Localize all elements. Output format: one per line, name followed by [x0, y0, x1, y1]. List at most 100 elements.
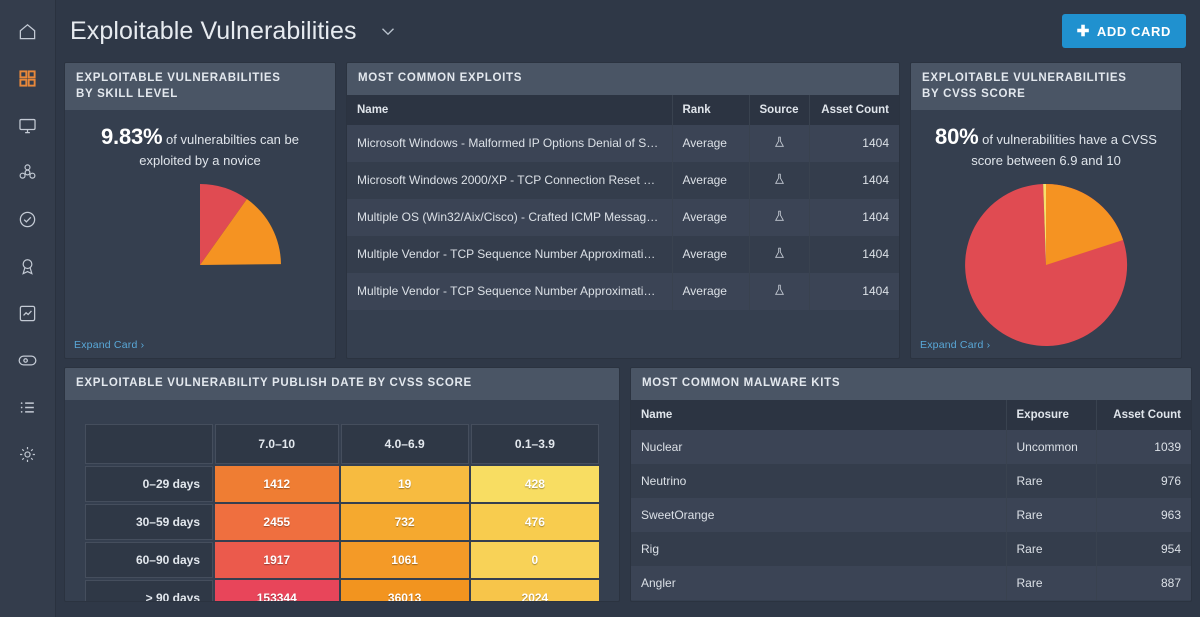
table-row[interactable]: Multiple Vendor - TCP Sequence Number Ap…	[347, 235, 899, 273]
pie-svg-cvss	[965, 184, 1128, 347]
expand-card-link-cvss[interactable]: Expand Card ›	[920, 339, 990, 351]
dashboard-grid-icon	[18, 69, 37, 88]
heatmap-cell-2-2[interactable]: 0	[470, 541, 599, 578]
add-card-button[interactable]: ✚ ADD CARD	[1061, 14, 1186, 48]
malware-name[interactable]: Neutrino	[631, 463, 1007, 498]
exploit-name[interactable]: Multiple OS (Win32/Aix/Cisco) - Crafted …	[347, 198, 673, 236]
card-skill-level-header: EXPLOITABLE VULNERABILITIES BY SKILL LEV…	[65, 63, 335, 111]
column-header-exposure[interactable]: Exposure	[1006, 399, 1097, 430]
heatmap-row: 60–90 days 1917 1061 0	[85, 541, 599, 578]
flask-icon	[773, 136, 786, 152]
card-row-bottom: EXPLOITABLE VULNERABILITY PUBLISH DATE B…	[56, 367, 1200, 610]
heatmap-cell-0-1[interactable]: 19	[340, 465, 469, 502]
malware-exposure: Uncommon	[1006, 429, 1097, 464]
heatmap-cell-0-0[interactable]: 1412	[215, 465, 339, 502]
table-row[interactable]: Neutrino Rare 976	[631, 463, 1191, 498]
sidebar-item-dashboard[interactable]	[0, 55, 56, 102]
heatmap-row: 30–59 days 2455 732 476	[85, 503, 599, 540]
malware-name[interactable]: Nuclear	[631, 429, 1007, 464]
sidebar-item-assets[interactable]	[0, 102, 56, 149]
malware-asset-count: 1039	[1154, 439, 1181, 454]
table-row[interactable]: Multiple OS (Win32/Aix/Cisco) - Crafted …	[347, 198, 899, 236]
heatmap-cell-3-1[interactable]: 36013	[340, 579, 469, 601]
expand-card-label: Expand Card	[74, 339, 138, 351]
heatmap-cell-2-0[interactable]: 1917	[215, 541, 339, 578]
heatmap-cell-2-1[interactable]: 1061	[340, 541, 469, 578]
pie-svg-skill-level	[200, 184, 281, 266]
sidebar-item-tags[interactable]	[0, 337, 56, 384]
malware-exposure: Rare	[1006, 497, 1097, 532]
malware-name[interactable]: Rig	[631, 531, 1007, 566]
card-most-common-exploits: MOST COMMON EXPLOITS Name Rank Source As…	[346, 62, 900, 359]
heatmap-cell-1-0[interactable]: 2455	[215, 503, 339, 540]
exploit-name[interactable]: Microsoft Windows - Malformed IP Options…	[347, 124, 673, 162]
exploit-name[interactable]: Microsoft Windows 2000/XP - TCP Connecti…	[347, 161, 673, 199]
malware-name[interactable]: SweetOrange	[631, 497, 1007, 532]
table-row[interactable]: SweetOrange Rare 963	[631, 497, 1191, 532]
malware-name[interactable]: Angler	[631, 565, 1007, 600]
main-content: Exploitable Vulnerabilities ✚ ADD CARD E…	[56, 0, 1200, 617]
exploit-name[interactable]: Multiple Vendor - TCP Sequence Number Ap…	[347, 235, 673, 273]
check-circle-icon	[18, 210, 37, 229]
card-malware-body: Name Exposure Asset Count Nuclear Uncomm…	[631, 399, 1191, 601]
exploit-source	[749, 198, 810, 236]
heatmap-cell-3-2[interactable]: 2024	[470, 579, 599, 601]
add-card-label: ADD CARD	[1096, 23, 1171, 39]
malware-exposure: Rare	[1006, 463, 1097, 498]
sidebar-item-queries[interactable]	[0, 384, 56, 431]
heatmap-cell-3-0[interactable]: 153344	[215, 579, 339, 601]
exploit-source	[749, 272, 810, 310]
column-header-name[interactable]: Name	[631, 399, 1007, 430]
skill-level-pie-chart	[65, 175, 335, 355]
exploit-source	[749, 235, 810, 273]
exploit-asset-count: 1404	[862, 210, 889, 225]
column-header-rank[interactable]: Rank	[672, 94, 750, 125]
exploit-rank: Average	[672, 272, 750, 310]
heatmap-table: 7.0–10 4.0–6.9 0.1–3.9 0–29 days 1412 19	[83, 422, 601, 601]
table-row[interactable]: Microsoft Windows 2000/XP - TCP Connecti…	[347, 161, 899, 199]
sidebar-item-administration[interactable]	[0, 431, 56, 478]
flask-icon	[773, 284, 786, 300]
exploit-rank: Average	[672, 235, 750, 273]
gear-icon	[18, 445, 37, 464]
malware-asset-count: 887	[1160, 575, 1181, 590]
heatmap-col-header-0: 7.0–10	[215, 423, 339, 464]
sidebar-item-policies[interactable]	[0, 243, 56, 290]
heatmap-cell-1-2[interactable]: 476	[470, 503, 599, 540]
sidebar-item-validations[interactable]	[0, 196, 56, 243]
heatmap-col-header-1: 4.0–6.9	[340, 423, 469, 464]
malware-table-head: Name Exposure Asset Count	[631, 399, 1191, 430]
exploits-table-head: Name Rank Source Asset Count	[347, 94, 899, 125]
cvss-stat-text: of vulnerabilities have a CVSS score bet…	[971, 132, 1157, 168]
exploit-name[interactable]: Multiple Vendor - TCP Sequence Number Ap…	[347, 272, 673, 310]
sidebar-item-home[interactable]	[0, 8, 56, 55]
heatmap-cell-0-2[interactable]: 428	[470, 465, 599, 502]
heatmap-cell-1-1[interactable]: 732	[340, 503, 469, 540]
table-row[interactable]: Angler Rare 887	[631, 565, 1191, 600]
expand-card-link-skill-level[interactable]: Expand Card ›	[74, 339, 144, 351]
sidebar-item-reports[interactable]	[0, 290, 56, 337]
skill-level-stat-text: of vulnerabilties can be exploited by a …	[139, 132, 299, 168]
heatmap-body: 0–29 days 1412 19 428 30–59 days 2455 73…	[85, 465, 599, 601]
heatmap-head: 7.0–10 4.0–6.9 0.1–3.9	[85, 423, 599, 464]
column-header-asset-count[interactable]: Asset Count	[1096, 399, 1191, 430]
exploit-asset-count: 1404	[862, 247, 889, 262]
table-row[interactable]: Nuclear Uncommon 1039	[631, 429, 1191, 464]
exploit-source	[749, 124, 810, 162]
sidebar-item-vulnerabilities[interactable]	[0, 149, 56, 196]
tag-icon	[18, 351, 37, 370]
table-row[interactable]: Microsoft Windows - Malformed IP Options…	[347, 124, 899, 162]
table-row[interactable]: Rig Rare 954	[631, 531, 1191, 566]
column-header-asset-count[interactable]: Asset Count	[809, 94, 899, 125]
skill-level-stat-value: 9.83%	[101, 124, 163, 150]
card-heatmap-body: 7.0–10 4.0–6.9 0.1–3.9 0–29 days 1412 19	[65, 400, 619, 601]
column-header-source[interactable]: Source	[749, 94, 810, 125]
table-row[interactable]: Multiple Vendor - TCP Sequence Number Ap…	[347, 272, 899, 310]
exploit-source	[749, 161, 810, 199]
exploit-asset-count: 1404	[862, 136, 889, 151]
exploit-asset-count: 1404	[862, 173, 889, 188]
chevron-down-icon[interactable]	[377, 20, 399, 42]
flask-icon	[773, 173, 786, 189]
column-header-name[interactable]: Name	[347, 94, 673, 125]
exploit-rank: Average	[672, 161, 750, 199]
